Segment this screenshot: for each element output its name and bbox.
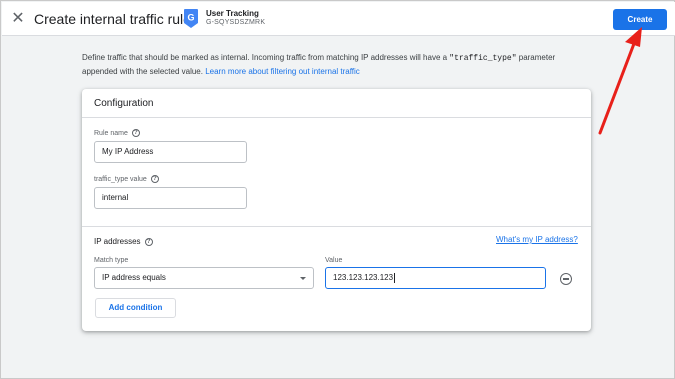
divider xyxy=(82,226,591,227)
top-bar: ✕ Create internal traffic rule G User Tr… xyxy=(2,2,675,36)
ip-addresses-title: IP addresses xyxy=(94,237,141,246)
text-cursor xyxy=(394,272,396,283)
match-type-value: IP address equals xyxy=(102,273,166,282)
traffic-type-label: traffic_type value? xyxy=(94,175,159,183)
value-label: Value xyxy=(325,257,343,264)
whats-my-ip-link[interactable]: What's my IP address? xyxy=(496,235,578,244)
rule-name-label-text: Rule name xyxy=(94,129,128,137)
traffic-type-label-text: traffic_type value xyxy=(94,175,147,183)
ip-value-input[interactable]: 123.123.123.123 xyxy=(325,267,546,289)
help-icon[interactable]: ? xyxy=(150,175,159,183)
learn-more-link[interactable]: Learn more about filtering out internal … xyxy=(205,67,360,76)
annotation-arrow xyxy=(598,27,642,135)
divider xyxy=(82,117,591,118)
ip-value-text: 123.123.123.123 xyxy=(333,273,394,282)
close-icon[interactable]: ✕ xyxy=(8,9,28,29)
analytics-property-icon: G xyxy=(184,9,198,28)
add-condition-button[interactable]: Add condition xyxy=(95,298,176,318)
match-type-label: Match type xyxy=(94,257,129,264)
configuration-card: Configuration Rule name? My IP Address t… xyxy=(82,89,591,331)
app-window: ✕ Create internal traffic rule G User Tr… xyxy=(0,0,675,379)
property-name: User Tracking xyxy=(206,9,259,18)
help-icon[interactable]: ? xyxy=(144,237,153,246)
traffic-type-input[interactable]: internal xyxy=(94,187,247,209)
description-part: Define traffic that should be marked as … xyxy=(82,53,450,62)
svg-text:G: G xyxy=(187,13,194,23)
remove-circle-icon[interactable] xyxy=(560,273,572,285)
page-title: Create internal traffic rule xyxy=(34,11,191,27)
help-icon[interactable]: ? xyxy=(131,129,140,137)
dropdown-arrow-icon xyxy=(300,277,306,280)
property-id: G-SQYSDSZMRK xyxy=(206,19,266,26)
rule-name-label: Rule name? xyxy=(94,129,140,137)
traffic-type-code: "traffic_type" xyxy=(449,54,517,63)
configuration-title: Configuration xyxy=(94,98,154,109)
match-type-select[interactable]: IP address equals xyxy=(94,267,314,289)
rule-name-input[interactable]: My IP Address xyxy=(94,141,247,163)
description-text: Define traffic that should be marked as … xyxy=(82,51,592,78)
ip-addresses-heading: IP addresses? xyxy=(94,237,153,246)
